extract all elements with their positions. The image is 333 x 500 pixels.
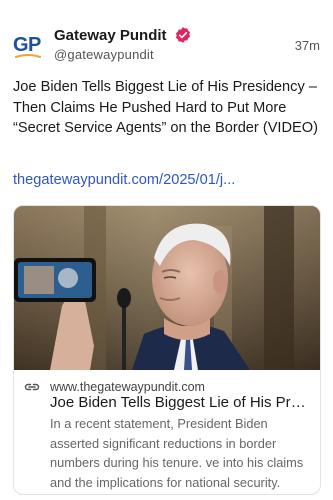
post-timestamp: 37m	[294, 38, 320, 53]
link-icon	[24, 383, 40, 391]
verified-badge-icon	[175, 27, 191, 43]
avatar-logo-text: GP	[13, 34, 41, 56]
post-link[interactable]: thegatewaypundit.com/2025/01/j...	[13, 172, 235, 188]
author-handle[interactable]: @gatewaypundit	[54, 47, 192, 62]
author-name[interactable]: Gateway Pundit	[54, 27, 167, 44]
avatar-swoosh-icon	[15, 54, 41, 58]
author-block[interactable]: Gateway Pundit @gatewaypundit	[54, 26, 192, 62]
preview-photo	[14, 206, 320, 370]
link-preview-image[interactable]	[14, 206, 320, 370]
card-title[interactable]: Joe Biden Tells Biggest Lie of His Presi…	[50, 394, 312, 411]
post-text: Joe Biden Tells Biggest Lie of His Presi…	[13, 79, 318, 136]
avatar[interactable]: GP	[13, 33, 45, 61]
card-domain-row: www.thegatewaypundit.com	[24, 380, 205, 394]
link-preview-card[interactable]: www.thegatewaypundit.com Joe Biden Tells…	[13, 205, 321, 495]
post-card[interactable]: GP Gateway Pundit @gatewaypundit 37m Joe…	[0, 0, 333, 500]
card-domain: www.thegatewaypundit.com	[50, 380, 205, 394]
card-description: In a recent statement, President Biden a…	[50, 416, 304, 490]
